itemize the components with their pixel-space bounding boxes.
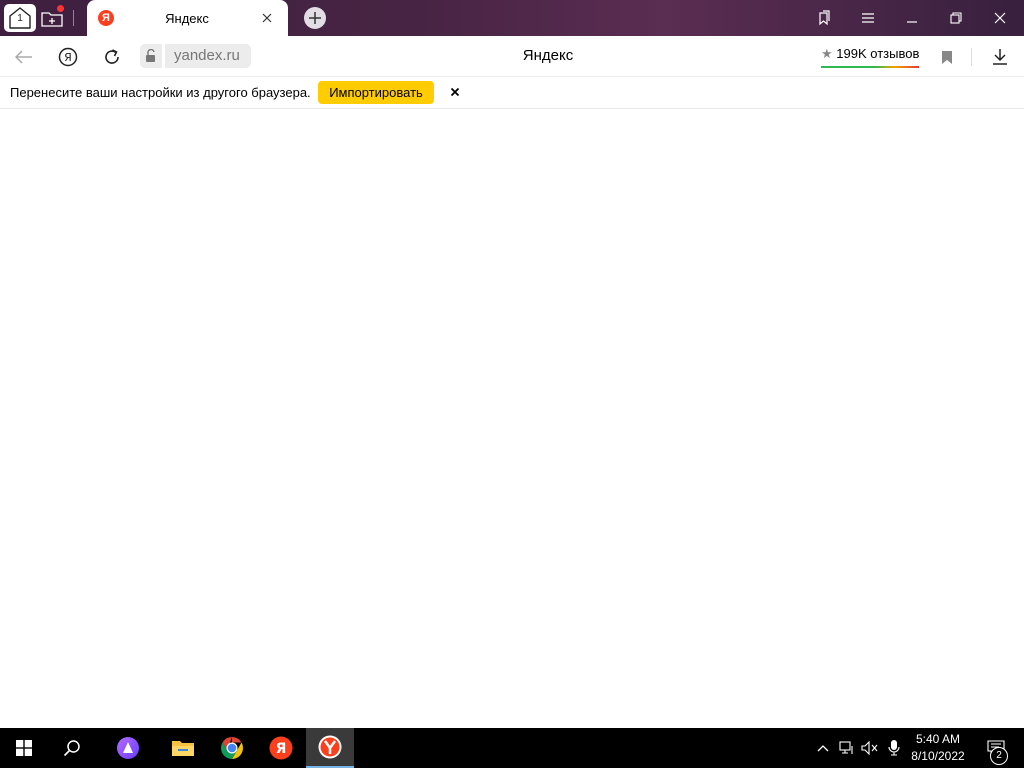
notification-count-badge: 2 <box>990 747 1008 765</box>
site-security-button[interactable] <box>140 44 162 68</box>
close-icon[interactable] <box>259 10 275 26</box>
reload-button[interactable] <box>99 44 125 70</box>
windows-taskbar: Я 5:40 AM 8/10/2022 2 <box>0 728 1024 768</box>
bookmarks-panel-button[interactable] <box>802 0 846 36</box>
address-field[interactable]: yandex.ru <box>165 44 251 68</box>
yandex-browser-icon <box>318 735 342 759</box>
minimize-button[interactable] <box>890 0 934 36</box>
file-explorer-icon <box>171 738 195 758</box>
search-icon <box>63 739 81 757</box>
tray-overflow-button[interactable] <box>813 728 833 768</box>
notification-dot <box>57 5 64 12</box>
plus-icon <box>304 7 326 29</box>
taskbar-file-explorer[interactable] <box>159 728 207 768</box>
back-arrow-icon <box>15 50 33 64</box>
lock-icon <box>145 49 157 63</box>
minimize-icon <box>906 12 918 24</box>
bookmark-button[interactable] <box>934 44 960 70</box>
network-icon <box>839 741 855 755</box>
mute-icon <box>861 741 879 755</box>
menu-icon <box>861 12 875 24</box>
new-tab-button[interactable] <box>304 7 326 29</box>
tray-network[interactable] <box>836 728 858 768</box>
bookmark-icon <box>941 50 953 65</box>
yandex-favicon-icon: Я <box>98 10 114 26</box>
svg-text:Я: Я <box>276 741 287 757</box>
tray-microphone[interactable] <box>883 728 905 768</box>
downloads-button[interactable] <box>987 44 1013 70</box>
microphone-icon <box>888 740 900 756</box>
restore-icon <box>950 12 962 24</box>
reviews-button[interactable]: ★ 199K отзывов <box>821 46 919 66</box>
restore-button[interactable] <box>934 0 978 36</box>
import-settings-infobar: Перенесите ваши настройки из другого бра… <box>0 77 1024 109</box>
browser-titlebar: 1 Я Яндекс <box>0 0 1024 36</box>
taskbar-clock[interactable]: 5:40 AM 8/10/2022 <box>905 731 971 765</box>
yandex-button[interactable]: Я <box>55 44 81 70</box>
download-icon <box>992 48 1008 66</box>
reload-icon <box>103 48 121 66</box>
menu-button[interactable] <box>846 0 890 36</box>
yandex-logo-icon: Я <box>58 47 78 67</box>
reviews-label: 199K отзывов <box>836 46 920 61</box>
new-tab-group-button[interactable] <box>38 0 66 36</box>
tray-volume[interactable] <box>859 728 881 768</box>
start-windows-icon <box>16 740 32 756</box>
import-message: Перенесите ваши настройки из другого бра… <box>10 85 311 100</box>
svg-text:Я: Я <box>64 51 72 64</box>
taskbar-yandex-browser[interactable] <box>306 728 354 768</box>
start-button[interactable] <box>0 728 48 768</box>
tab-count: 1 <box>17 13 23 24</box>
clock-time: 5:40 AM <box>915 732 961 746</box>
address-toolbar: Я yandex.ru Яндекс ★ 199K отзывов <box>0 36 1024 77</box>
close-icon[interactable] <box>448 85 462 99</box>
home-tabs-button[interactable]: 1 <box>4 4 36 32</box>
toolbar-divider <box>971 48 972 66</box>
star-icon: ★ <box>821 46 833 61</box>
import-button[interactable]: Импортировать <box>318 81 434 104</box>
chevron-up-icon <box>817 744 829 752</box>
clock-date: 8/10/2022 <box>911 749 965 763</box>
chrome-icon <box>220 736 244 760</box>
window-close-icon <box>994 12 1006 24</box>
page-title: Яндекс <box>522 47 574 64</box>
window-close-button[interactable] <box>978 0 1022 36</box>
bookmarks-panel-icon <box>816 10 832 26</box>
tab-title: Яндекс <box>165 11 209 26</box>
taskbar-alice[interactable] <box>104 728 152 768</box>
taskbar-yandex[interactable]: Я <box>257 728 305 768</box>
alice-icon <box>116 736 140 760</box>
back-button[interactable] <box>11 44 37 70</box>
yandex-icon: Я <box>269 736 293 760</box>
taskbar-chrome[interactable] <box>208 728 256 768</box>
reviews-rating-bar <box>821 66 919 68</box>
page-content <box>0 109 1024 728</box>
taskbar-search-button[interactable] <box>48 728 96 768</box>
tab-yandex[interactable]: Я Яндекс <box>87 0 288 36</box>
titlebar-divider <box>73 10 74 26</box>
